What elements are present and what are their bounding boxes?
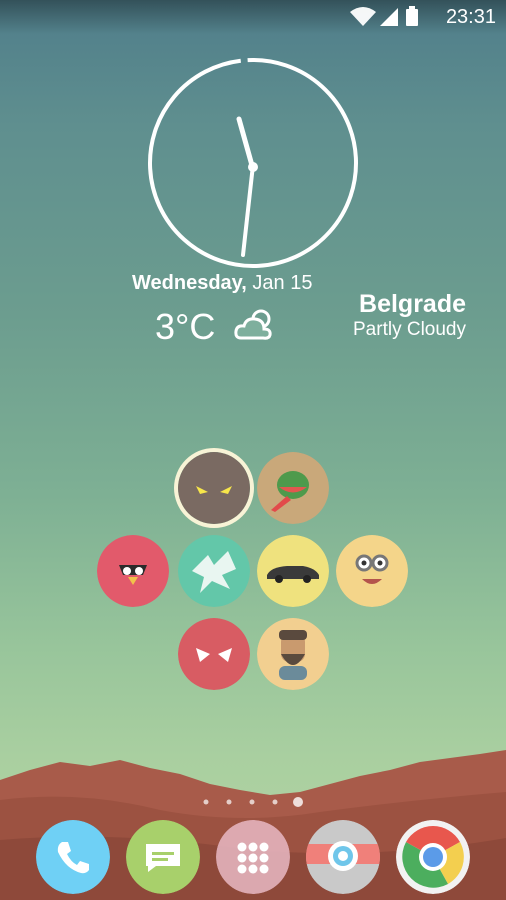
car-icon (257, 535, 329, 607)
page-indicator[interactable] (200, 795, 310, 811)
hour-hand (236, 116, 256, 172)
splash-icon (178, 535, 250, 607)
camera-icon (306, 820, 380, 894)
page-dot[interactable] (272, 799, 278, 805)
city-name[interactable]: Belgrade (359, 290, 466, 319)
page-dot[interactable] (203, 799, 209, 805)
chrome-dock-button[interactable] (396, 820, 470, 894)
battery-icon (406, 6, 418, 26)
page-dot[interactable] (226, 799, 232, 805)
app-drawer-button[interactable] (216, 820, 290, 894)
app-fruit-ninja[interactable] (257, 452, 329, 524)
phone-dock-button[interactable] (36, 820, 110, 894)
app-splash[interactable] (178, 535, 250, 607)
app-angry-birds[interactable] (97, 535, 169, 607)
minion-icon (336, 535, 408, 607)
analog-clock[interactable] (147, 57, 359, 269)
status-time: 23:31 (445, 6, 496, 28)
minute-hand (241, 163, 255, 257)
wifi-icon (350, 7, 376, 26)
page-dot-active[interactable] (293, 797, 303, 807)
app-minion[interactable] (336, 535, 408, 607)
partly-cloudy-icon (234, 309, 272, 340)
page-dot[interactable] (249, 799, 255, 805)
app-bearded-hero[interactable] (257, 618, 329, 690)
date-value: Jan 15 (252, 272, 313, 294)
camera-dock-button[interactable] (306, 820, 380, 894)
date-day: Wednesday, (132, 272, 247, 294)
app-racing[interactable] (257, 535, 329, 607)
chrome-icon (396, 820, 470, 894)
spider-mask-icon (178, 618, 250, 690)
weather-condition: Partly Cloudy (353, 319, 466, 340)
app-masked-face[interactable] (178, 452, 250, 524)
message-icon (126, 820, 200, 894)
cellular-signal-icon (380, 8, 398, 26)
mask-face-icon (178, 452, 250, 524)
date-line[interactable]: Wednesday, Jan 15 (132, 272, 312, 295)
bearded-face-icon (257, 618, 329, 690)
app-spiderman[interactable] (178, 618, 250, 690)
messaging-dock-button[interactable] (126, 820, 200, 894)
status-bar: 23:31 (0, 0, 506, 34)
angry-bird-icon (97, 535, 169, 607)
grid-dots-icon (216, 820, 290, 894)
phone-icon (36, 820, 110, 894)
status-icons (350, 6, 418, 26)
watermelon-icon (257, 452, 329, 524)
temperature[interactable]: 3°C (155, 306, 215, 348)
